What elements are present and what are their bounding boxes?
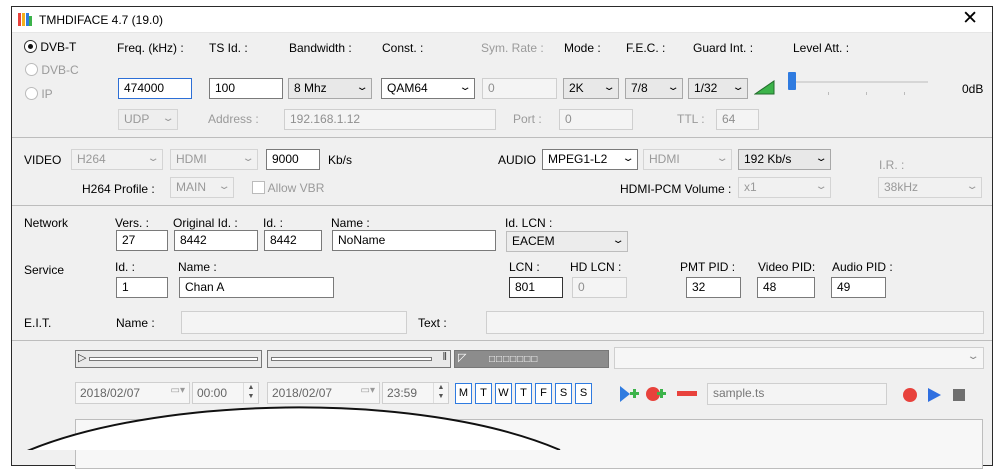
page-curl-overlay xyxy=(27,406,561,450)
